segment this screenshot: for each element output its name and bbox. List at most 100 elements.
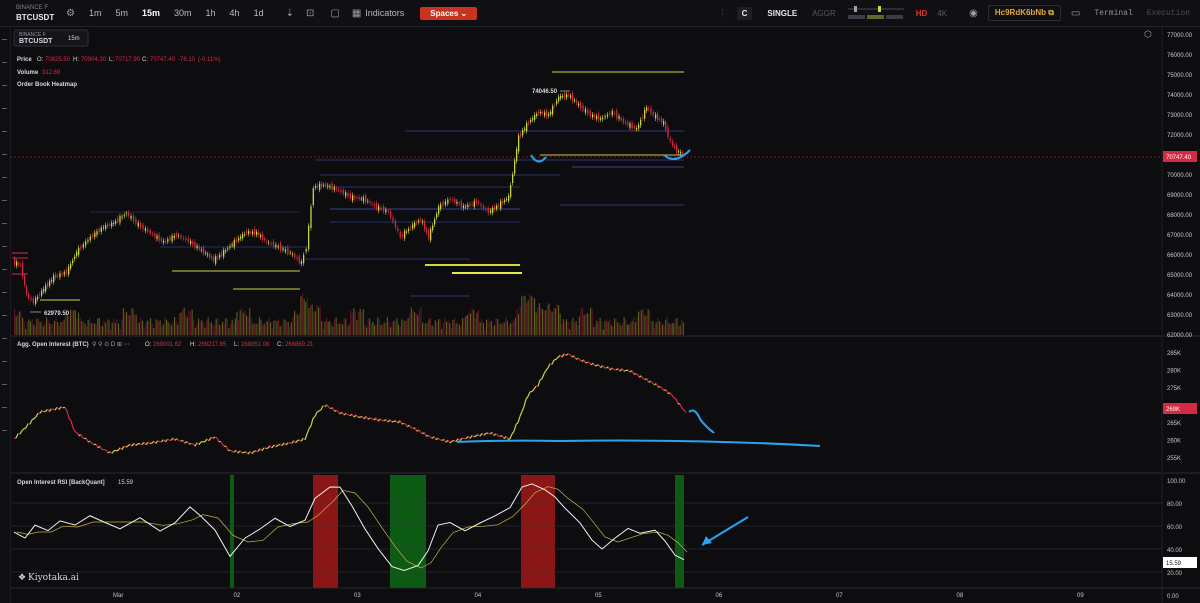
rsi-tick: 0.00 (1167, 594, 1179, 600)
oi-segment (509, 433, 513, 440)
rsi-tick: 100.00 (1167, 479, 1186, 485)
volume-bar (374, 325, 376, 335)
volume-bar (634, 322, 636, 335)
timeframe-5m[interactable]: 5m (115, 8, 128, 18)
candle-body (520, 133, 522, 137)
candle-body (542, 112, 544, 114)
candle-body (20, 264, 22, 266)
candle-body (78, 247, 80, 255)
volume-bar (233, 323, 235, 335)
candle-body (410, 227, 412, 229)
oi-segment (208, 437, 212, 442)
volume-bar (441, 328, 443, 335)
indicators-button[interactable]: Indicators (365, 8, 404, 18)
volume-bar (20, 312, 22, 335)
candle-body (39, 294, 41, 296)
volume-bar (353, 308, 355, 335)
symbol-selector[interactable]: BINANCE F BTCUSDT (16, 4, 54, 22)
svg-text:O:: O: (37, 57, 44, 63)
oi-segment (555, 356, 559, 360)
symbol-badge[interactable]: BINANCE F BTCUSDT 15m (13, 29, 89, 47)
4k-button[interactable]: 4K (937, 9, 947, 18)
oi-segment (273, 444, 277, 448)
indicators-icon[interactable]: ▦ (352, 8, 361, 19)
oi-segment (493, 433, 497, 437)
candle-body (137, 222, 139, 227)
candle-body (132, 215, 135, 222)
link-icon[interactable]: ⇣ (286, 8, 294, 19)
candle-body (516, 148, 518, 162)
volume-bar (70, 309, 72, 335)
oi-segment (212, 436, 216, 439)
oi-segment (306, 428, 310, 435)
chart-area[interactable]: BINANCE F BTCUSDT 15m ⬡ Price O: 70825.5… (0, 27, 1200, 603)
oi-segment (683, 409, 687, 413)
panel-toggle-icon[interactable]: ▭ (1071, 8, 1080, 19)
timeframe-30m[interactable]: 30m (174, 8, 192, 18)
hd-button[interactable]: HD (916, 9, 928, 18)
trading-terminal: BINANCE F BTCUSDT ⚙ 1m 5m 15m 30m 1h 4h … (0, 0, 1200, 603)
single-button[interactable]: SINGLE (762, 7, 802, 20)
layers-icon[interactable]: ⬡ (1144, 29, 1152, 39)
volume-bar (231, 319, 233, 335)
volume-bar (143, 327, 145, 335)
price-tick: 75000.00 (1167, 73, 1193, 79)
oi-tool-icons[interactable]: ⚲ ⚲ ⊙ D ⊞ ⋯ (92, 341, 130, 348)
timeframe-4h[interactable]: 4h (230, 8, 240, 18)
candle-body (333, 186, 335, 190)
candle-body (258, 232, 260, 236)
timeframe-15m[interactable]: 15m (142, 8, 160, 18)
execution-tab[interactable]: Execution (1147, 9, 1190, 18)
oi-segment (135, 443, 139, 446)
oi-segment (95, 443, 99, 449)
oi-segment (471, 434, 475, 438)
oi-segment (681, 408, 685, 411)
volume-sliders-icon[interactable] (846, 5, 906, 21)
square-icon[interactable]: ▢ (330, 8, 339, 19)
oi-segment (545, 367, 549, 371)
spaces-button[interactable]: Spaces ⌄ (420, 6, 478, 20)
oi-segment (547, 363, 551, 369)
toolbar-right: ⋮ C SINGLE AGGR HD 4K ◉ Hc9RdK6bNb ⧉ ▭ T… (709, 0, 1190, 26)
price-tick: 65000.00 (1167, 273, 1193, 279)
timeframe-1h[interactable]: 1h (206, 8, 216, 18)
more-icon[interactable]: ⋮ (719, 9, 727, 18)
volume-bar (265, 321, 267, 335)
wallet-button[interactable]: Hc9RdK6bNb ⧉ (987, 5, 1061, 21)
volume-bar (300, 296, 302, 335)
candle-body (471, 203, 473, 205)
volume-bar (148, 321, 150, 335)
candle-body (490, 210, 492, 213)
candle-body (300, 261, 303, 264)
volume-bar (593, 327, 595, 335)
oi-segment (186, 440, 190, 445)
candle-body (611, 110, 613, 116)
candle-body (321, 183, 323, 187)
volume-bar (516, 309, 518, 335)
oi-segment (623, 369, 627, 372)
c-button[interactable]: C (736, 6, 753, 20)
oi-segment (399, 420, 403, 425)
timeframe-1m[interactable]: 1m (89, 8, 102, 18)
volume-bar (41, 321, 43, 335)
oi-segment (655, 383, 659, 388)
volume-bar (671, 322, 673, 335)
volume-bar (55, 317, 57, 335)
terminal-tab[interactable]: Terminal (1094, 9, 1132, 18)
volume-bar (156, 319, 158, 335)
camera-icon[interactable]: ◉ (969, 8, 978, 19)
oi-segment (308, 425, 312, 430)
aggr-button[interactable]: AGGR (812, 9, 836, 18)
timeframe-1d[interactable]: 1d (254, 8, 264, 18)
candle-body (650, 107, 652, 114)
candle-body (674, 146, 676, 148)
screenshot-crop-icon[interactable]: ⊡ (306, 8, 314, 19)
volume-bar (311, 304, 313, 335)
volume-bar (580, 308, 582, 335)
candle-body (667, 127, 669, 138)
volume-bar (278, 319, 280, 335)
volume-bar (390, 327, 392, 335)
settings-icon[interactable]: ⚙ (66, 8, 75, 19)
oi-segment (80, 434, 84, 438)
volume-bar (412, 310, 414, 335)
